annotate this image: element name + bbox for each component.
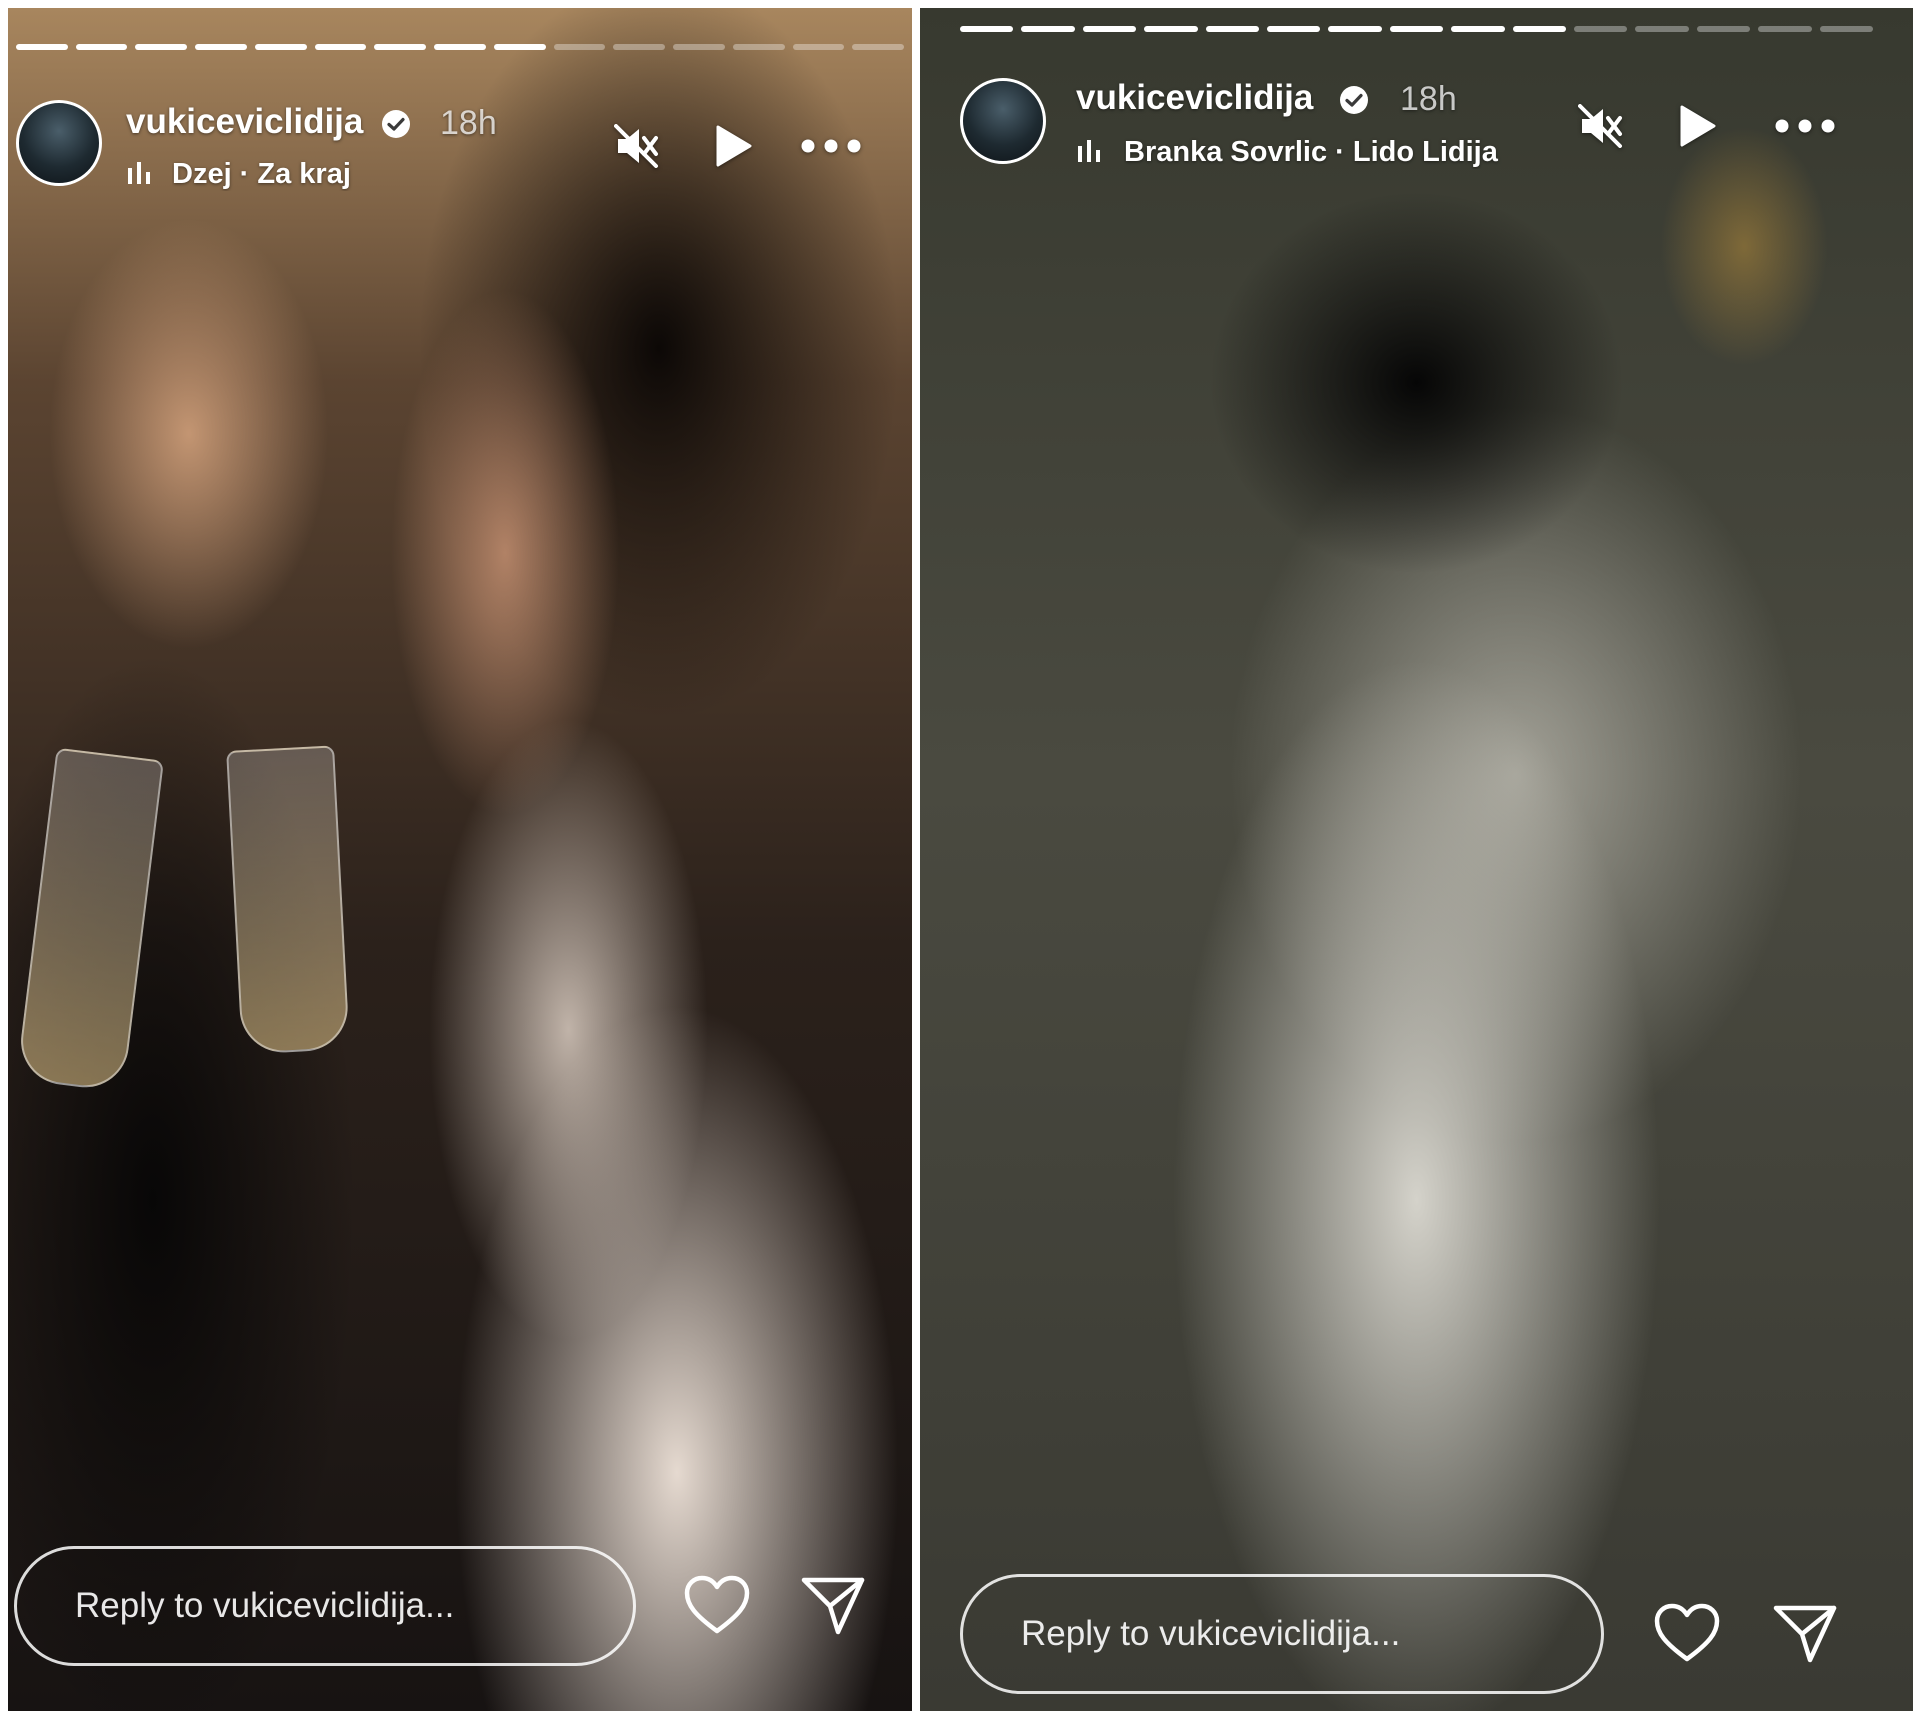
- progress-segment: [1205, 26, 1260, 32]
- music-icon: [1078, 140, 1100, 162]
- progress-segment: [1574, 26, 1628, 32]
- avatar[interactable]: [960, 78, 1046, 164]
- progress-segment: [1758, 26, 1812, 32]
- progress-segment: [613, 44, 666, 50]
- story-video-frame: [920, 8, 1913, 1711]
- story-panel-1[interactable]: vukiceviclidija 18h Dzej · Za kraj Reply…: [8, 8, 912, 1711]
- progress-segment: [1328, 26, 1382, 32]
- like-button[interactable]: [1650, 1596, 1724, 1670]
- progress-segment: [374, 44, 427, 50]
- progress-segment: [1451, 26, 1505, 32]
- speaker-muted-icon: [1578, 104, 1622, 148]
- verified-icon: [1340, 86, 1368, 114]
- speaker-muted-icon: [614, 124, 658, 168]
- reply-placeholder: Reply to vukiceviclidija...: [1021, 1614, 1401, 1653]
- more-dots-icon: [801, 139, 861, 153]
- progress-segment: [1389, 26, 1444, 32]
- progress-segment: [1635, 26, 1689, 32]
- progress-segment: [960, 26, 1014, 32]
- progress-segment: [1819, 26, 1874, 32]
- progress-segment: [254, 44, 307, 50]
- mute-button[interactable]: [1572, 98, 1628, 154]
- play-icon: [1680, 105, 1716, 147]
- play-button[interactable]: [704, 118, 760, 174]
- mute-button[interactable]: [608, 118, 664, 174]
- more-dots-icon: [1775, 119, 1835, 133]
- progress-segment: [852, 44, 905, 50]
- progress-segment: [16, 44, 68, 50]
- story-progress-bar: [16, 44, 905, 50]
- progress-segment: [314, 44, 367, 50]
- username[interactable]: vukiceviclidija: [1076, 78, 1313, 118]
- progress-segment: [1267, 26, 1321, 32]
- send-icon: [1773, 1605, 1837, 1663]
- champagne-glass: [226, 745, 350, 1055]
- progress-segment: [732, 44, 785, 50]
- like-button[interactable]: [680, 1568, 754, 1642]
- play-icon: [716, 125, 752, 167]
- more-options-button[interactable]: [1772, 98, 1838, 154]
- progress-segment: [493, 44, 546, 50]
- reply-input[interactable]: Reply to vukiceviclidija...: [960, 1574, 1604, 1694]
- post-time: 18h: [440, 104, 497, 142]
- music-label[interactable]: Branka Sovrlic · Lido Lidija: [1124, 136, 1534, 169]
- progress-segment: [673, 44, 725, 50]
- progress-segment: [1696, 26, 1751, 32]
- progress-segment: [1512, 26, 1567, 32]
- progress-segment: [195, 44, 247, 50]
- heart-icon: [684, 1575, 750, 1634]
- progress-segment: [135, 44, 188, 50]
- play-button[interactable]: [1668, 98, 1724, 154]
- progress-segment: [1021, 26, 1075, 32]
- music-label[interactable]: Dzej · Za kraj: [172, 158, 472, 191]
- post-time: 18h: [1400, 80, 1457, 118]
- share-button[interactable]: [1768, 1596, 1842, 1670]
- progress-segment: [1082, 26, 1137, 32]
- reply-placeholder: Reply to vukiceviclidija...: [75, 1586, 455, 1625]
- music-icon: [128, 162, 150, 184]
- more-options-button[interactable]: [798, 118, 864, 174]
- story-progress-bar: [960, 26, 1874, 32]
- progress-segment: [792, 44, 845, 50]
- username[interactable]: vukiceviclidija: [126, 102, 363, 142]
- story-panel-2[interactable]: vukiceviclidija 18h Branka Sovrlic · Lid…: [920, 8, 1913, 1711]
- progress-segment: [434, 44, 486, 50]
- progress-segment: [1144, 26, 1198, 32]
- heart-icon: [1654, 1603, 1720, 1662]
- send-icon: [801, 1577, 865, 1635]
- reply-input[interactable]: Reply to vukiceviclidija...: [14, 1546, 636, 1666]
- progress-segment: [75, 44, 128, 50]
- verified-icon: [382, 110, 410, 138]
- progress-segment: [553, 44, 606, 50]
- share-button[interactable]: [796, 1568, 870, 1642]
- avatar[interactable]: [16, 100, 102, 186]
